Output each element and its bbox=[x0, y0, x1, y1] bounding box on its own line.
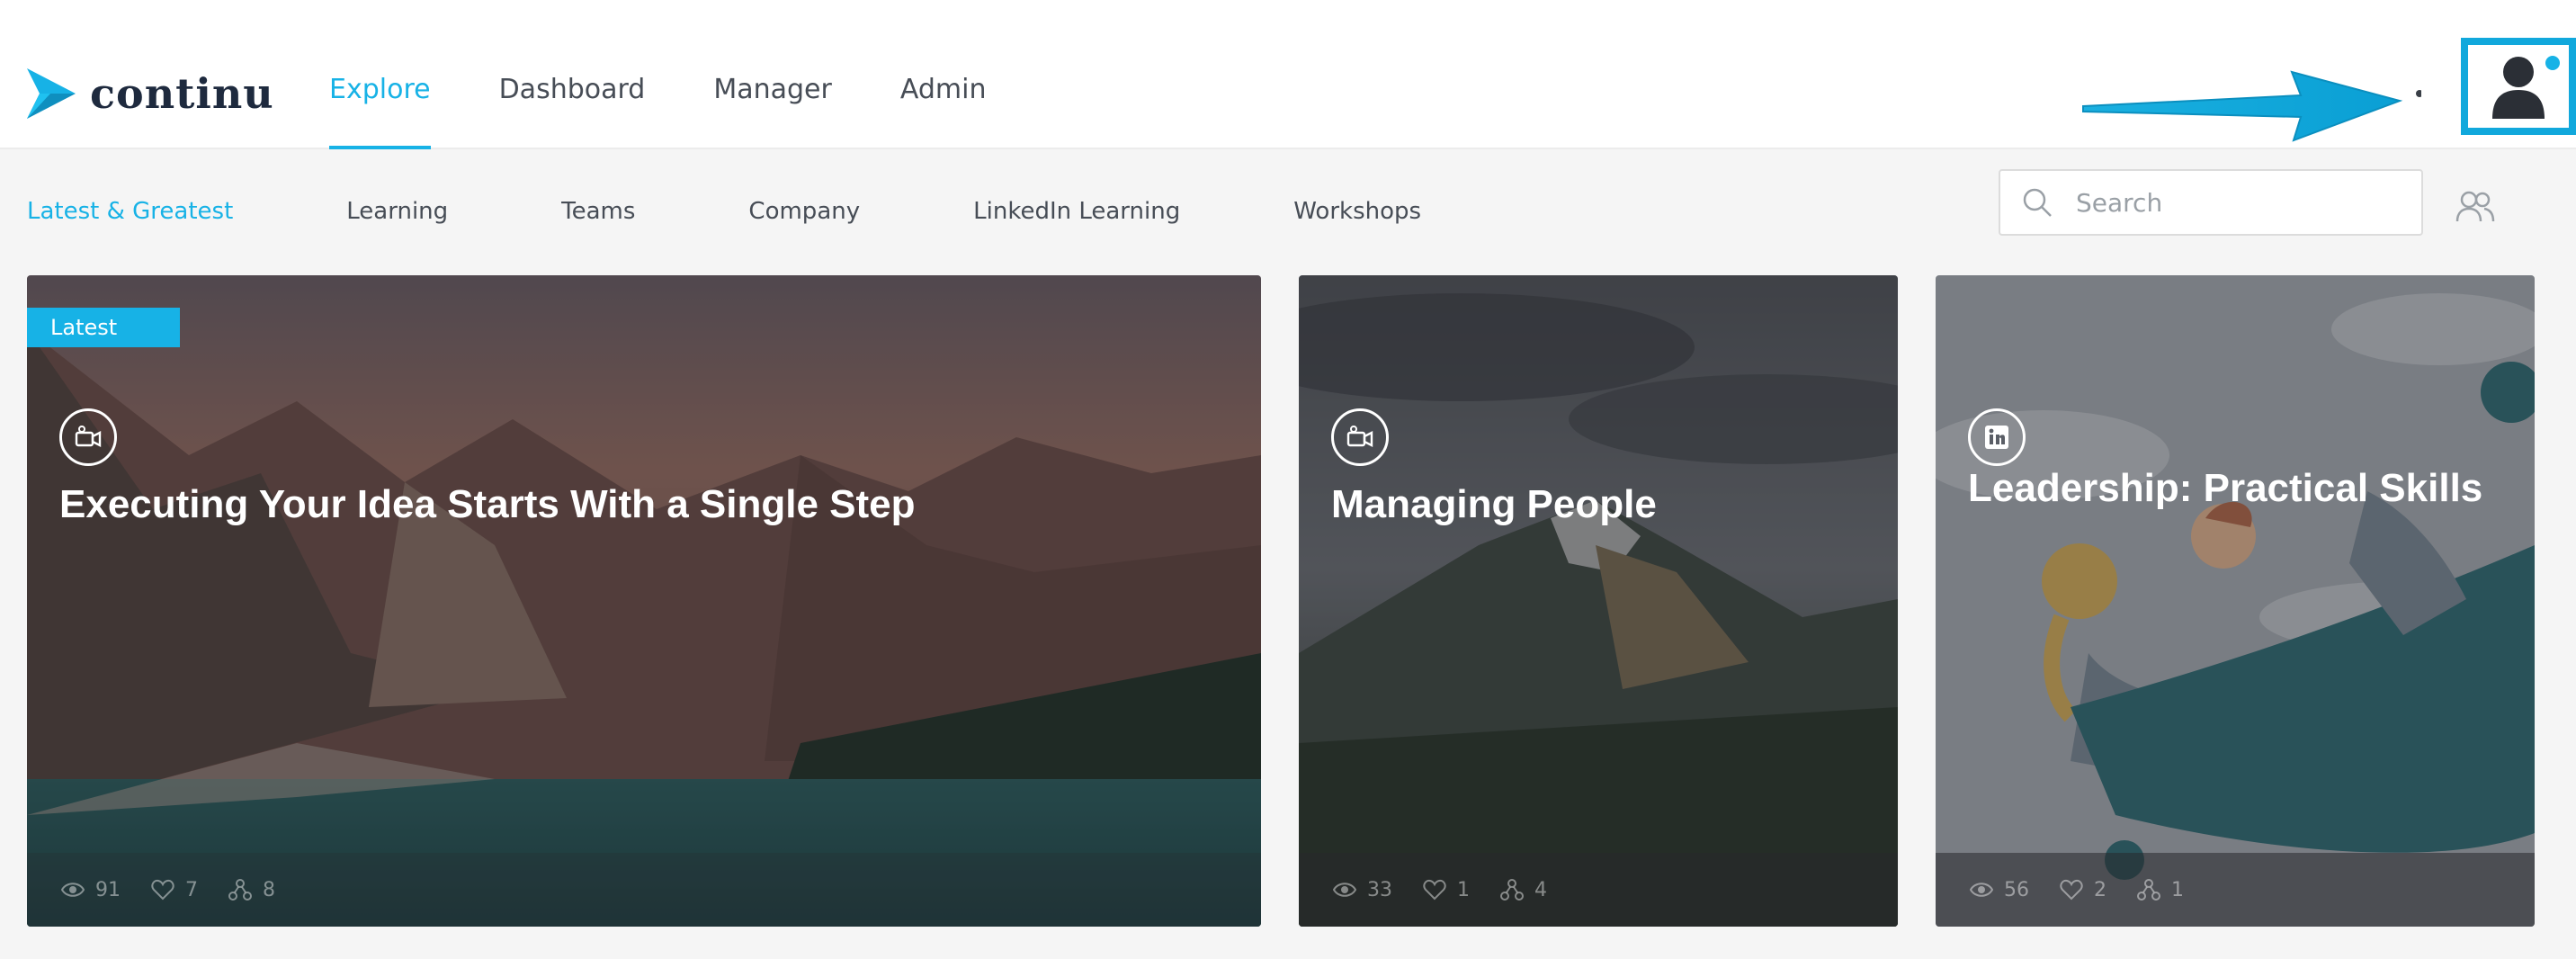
shares-stat[interactable]: 8 bbox=[228, 879, 275, 901]
video-icon bbox=[1331, 408, 1389, 466]
likes-count: 7 bbox=[185, 878, 198, 901]
likes-stat[interactable]: 1 bbox=[1423, 879, 1470, 901]
search-input[interactable] bbox=[2076, 187, 2400, 218]
likes-stat[interactable]: 7 bbox=[151, 879, 198, 901]
content-card[interactable]: Latest Executing Your Idea Starts With a… bbox=[27, 275, 1261, 927]
tab-linkedin-learning[interactable]: LinkedIn Learning bbox=[973, 198, 1180, 225]
user-avatar-icon bbox=[2492, 57, 2545, 119]
annotation-arrow bbox=[2082, 70, 2421, 142]
shares-count: 1 bbox=[2171, 878, 2184, 901]
views-stat: 91 bbox=[61, 879, 121, 901]
nav-dashboard[interactable]: Dashboard bbox=[499, 74, 646, 149]
content-card[interactable]: Managing People 33 1 4 bbox=[1299, 275, 1898, 927]
nav-admin[interactable]: Admin bbox=[900, 74, 987, 149]
shares-count: 8 bbox=[263, 878, 275, 901]
nav-explore[interactable]: Explore bbox=[329, 74, 431, 149]
content-card[interactable]: Leadership: Practical Skills 56 2 1 bbox=[1936, 275, 2535, 927]
share-icon bbox=[1500, 879, 1524, 901]
share-icon bbox=[2137, 879, 2160, 901]
linkedin-icon bbox=[1968, 408, 2026, 466]
eye-icon bbox=[1970, 883, 1993, 897]
card-overlay bbox=[27, 275, 1261, 927]
search-box bbox=[1999, 169, 2423, 236]
views-stat: 56 bbox=[1970, 879, 2029, 901]
tab-latest-greatest[interactable]: Latest & Greatest bbox=[27, 198, 233, 225]
tab-teams[interactable]: Teams bbox=[561, 198, 635, 225]
card-stats: 56 2 1 bbox=[1936, 853, 2535, 927]
shares-stat[interactable]: 1 bbox=[2137, 879, 2184, 901]
continu-logo-icon bbox=[27, 68, 76, 119]
main-nav: Explore Dashboard Manager Admin bbox=[329, 74, 1054, 149]
card-stats: 91 7 8 bbox=[27, 853, 1261, 927]
tab-company[interactable]: Company bbox=[748, 198, 860, 225]
card-overlay bbox=[1936, 275, 2535, 927]
card-title: Executing Your Idea Starts With a Single… bbox=[59, 482, 916, 526]
latest-badge: Latest bbox=[27, 308, 180, 347]
views-count: 56 bbox=[2004, 878, 2029, 901]
eye-icon bbox=[1333, 883, 1356, 897]
profile-avatar-button[interactable] bbox=[2461, 38, 2576, 135]
notification-dot bbox=[2545, 56, 2560, 70]
shares-count: 4 bbox=[1534, 878, 1547, 901]
shares-stat[interactable]: 4 bbox=[1500, 879, 1547, 901]
tab-workshops[interactable]: Workshops bbox=[1293, 198, 1421, 225]
video-icon bbox=[59, 408, 117, 466]
share-icon bbox=[228, 879, 252, 901]
card-title: Leadership: Practical Skills bbox=[1968, 466, 2483, 510]
tab-learning[interactable]: Learning bbox=[346, 198, 448, 225]
card-stats: 33 1 4 bbox=[1299, 853, 1898, 927]
views-count: 91 bbox=[95, 878, 121, 901]
heart-icon bbox=[1423, 879, 1446, 901]
eye-icon bbox=[61, 883, 85, 897]
views-stat: 33 bbox=[1333, 879, 1392, 901]
likes-count: 1 bbox=[1457, 878, 1470, 901]
nav-manager[interactable]: Manager bbox=[713, 74, 832, 149]
brand-name: continu bbox=[90, 69, 274, 118]
search-icon bbox=[2023, 188, 2052, 217]
card-title: Managing People bbox=[1331, 482, 1657, 526]
card-overlay bbox=[1299, 275, 1898, 927]
continu-logo[interactable]: continu bbox=[27, 68, 274, 119]
likes-stat[interactable]: 2 bbox=[2060, 879, 2106, 901]
category-tabs: Latest & Greatest Learning Teams Company… bbox=[27, 198, 1421, 225]
views-count: 33 bbox=[1367, 878, 1392, 901]
likes-count: 2 bbox=[2094, 878, 2106, 901]
people-icon[interactable] bbox=[2455, 189, 2495, 225]
heart-icon bbox=[2060, 879, 2083, 901]
heart-icon bbox=[151, 879, 174, 901]
